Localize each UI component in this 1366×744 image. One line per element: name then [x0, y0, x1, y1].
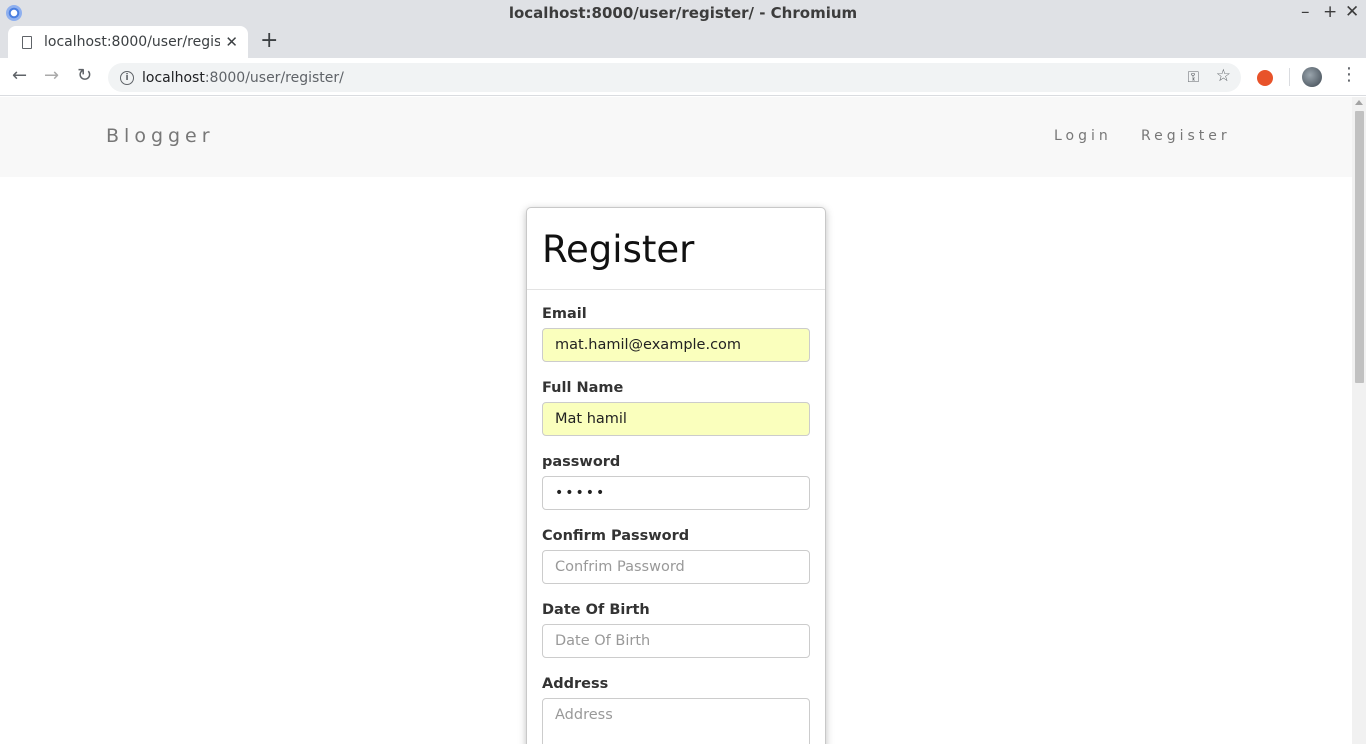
- confirm-password-label: Confirm Password: [542, 528, 690, 544]
- password-input[interactable]: •••••: [542, 476, 810, 510]
- email-label: Email: [542, 306, 587, 322]
- address-bar[interactable]: i localhost:8000/user/register/ ⚿ ☆: [108, 63, 1241, 92]
- password-group: password •••••: [542, 454, 810, 510]
- maximize-icon[interactable]: +: [1323, 2, 1337, 22]
- dob-group: Date Of Birth Date Of Birth: [542, 602, 810, 658]
- full-name-input[interactable]: Mat hamil: [542, 402, 810, 436]
- address-textarea[interactable]: Address: [542, 698, 810, 744]
- address-label: Address: [542, 676, 609, 692]
- nav-login-link[interactable]: Login: [1054, 128, 1112, 144]
- key-icon[interactable]: ⚿: [1188, 68, 1199, 86]
- site-brand[interactable]: Blogger: [106, 125, 215, 147]
- profile-avatar[interactable]: [1302, 67, 1322, 87]
- window-title: localhost:8000/user/register/ - Chromium: [508, 4, 858, 22]
- back-icon[interactable]: ←: [12, 65, 27, 86]
- site-navbar: Blogger Login Register: [0, 97, 1352, 177]
- window-titlebar: localhost:8000/user/register/ - Chromium…: [0, 0, 1366, 26]
- scroll-up-icon[interactable]: [1355, 100, 1363, 105]
- scrollbar-thumb[interactable]: [1355, 111, 1364, 383]
- email-group: Email mat.hamil@example.com: [542, 306, 810, 362]
- dob-input[interactable]: Date Of Birth: [542, 624, 810, 658]
- chromium-icon: [6, 5, 22, 21]
- page-scrollbar[interactable]: [1352, 97, 1366, 744]
- reload-icon[interactable]: ↻: [77, 65, 92, 86]
- url-host: localhost: [142, 69, 205, 86]
- nav-register-link[interactable]: Register: [1141, 128, 1231, 144]
- minimize-icon[interactable]: –: [1301, 2, 1310, 22]
- card-header: Register: [527, 208, 825, 290]
- url-text[interactable]: localhost:8000/user/register/: [142, 70, 344, 86]
- browser-tab[interactable]: localhost:8000/user/register/ ✕: [8, 26, 248, 58]
- page-viewport: Blogger Login Register Register Email ma…: [0, 97, 1352, 744]
- password-label: password: [542, 454, 621, 470]
- page-title: Register: [542, 228, 695, 271]
- page-icon: [22, 35, 32, 49]
- dob-label: Date Of Birth: [542, 602, 650, 618]
- browser-toolbar: ← → ↻ i localhost:8000/user/register/ ⚿ …: [0, 58, 1366, 96]
- email-input[interactable]: mat.hamil@example.com: [542, 328, 810, 362]
- full-name-label: Full Name: [542, 380, 624, 396]
- close-window-icon[interactable]: ✕: [1345, 2, 1359, 22]
- forward-icon[interactable]: →: [44, 65, 59, 86]
- tab-strip: localhost:8000/user/register/ ✕ +: [0, 26, 1366, 58]
- info-icon[interactable]: i: [120, 70, 134, 85]
- toolbar-divider: [1289, 68, 1290, 86]
- close-tab-icon[interactable]: ✕: [225, 33, 238, 51]
- menu-icon[interactable]: ⋮: [1340, 64, 1358, 85]
- address-group: Address Address: [542, 676, 810, 744]
- bookmark-star-icon[interactable]: ☆: [1216, 66, 1231, 86]
- confirm-password-input[interactable]: Confrim Password: [542, 550, 810, 584]
- extension-icon[interactable]: [1257, 70, 1273, 86]
- tab-title: localhost:8000/user/register/: [44, 34, 220, 50]
- confirm-password-group: Confirm Password Confrim Password: [542, 528, 810, 584]
- new-tab-icon[interactable]: +: [260, 28, 278, 53]
- register-card: Register Email mat.hamil@example.com Ful…: [526, 207, 826, 744]
- full-name-group: Full Name Mat hamil: [542, 380, 810, 436]
- url-path: :8000/user/register/: [204, 69, 344, 86]
